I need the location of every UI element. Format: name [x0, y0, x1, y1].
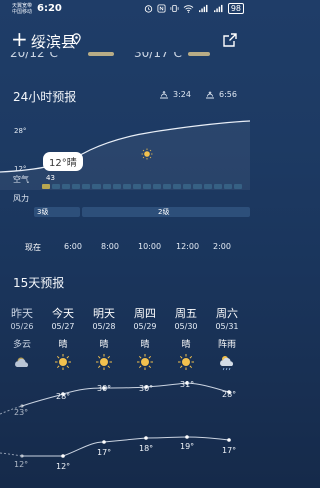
day-column[interactable]: 周五 05/30 晴 [166, 305, 206, 375]
peek-bar-right [188, 52, 210, 56]
hourly-temp-curve [0, 120, 250, 190]
app-header: + 绥滨县 [0, 28, 250, 54]
alarm-icon [144, 5, 153, 13]
carrier-info: 天翼宽带 中国移动 [12, 3, 32, 15]
time-label: 现在 [25, 243, 41, 252]
day-date: 05/26 [10, 322, 34, 331]
day-name: 周六 [216, 307, 238, 320]
sunny-icon [178, 354, 194, 370]
shower-icon [220, 356, 234, 371]
wind-level-2: 2级 [82, 207, 250, 217]
cloudy-icon [15, 357, 29, 367]
day-column[interactable]: 周四 05/29 晴 [125, 305, 165, 375]
peek-right-temp: 30/17℃ [134, 52, 183, 60]
nfc-icon [157, 4, 166, 13]
scrolled-summary: 20/12℃ 30/17℃ [0, 52, 250, 62]
daily-temp-labels: 23° 28° 30° 30° 31° 28° 12° 12° 17° 18° … [0, 380, 250, 480]
status-bar: 天翼宽带 中国移动 6:20 98 [0, 0, 250, 22]
sunny-icon [96, 354, 112, 370]
day-high: 23° [14, 408, 29, 417]
day-column[interactable]: 今天 05/27 晴 [43, 305, 83, 375]
wind-level-1: 3级 [34, 207, 80, 217]
current-temp-tag: 12°晴 [43, 152, 83, 171]
day-date: 05/27 [51, 322, 75, 331]
sunset-icon [206, 90, 214, 98]
peek-bar-left [88, 52, 114, 56]
day-low: 12° [14, 460, 29, 469]
time-label: 8:00 [101, 242, 119, 251]
status-time: 6:20 [37, 3, 62, 14]
day-low: 18° [139, 444, 154, 453]
day-low: 12° [56, 462, 71, 471]
sunset-time: 6:56 [219, 90, 237, 99]
sun-icon-hourly [141, 148, 153, 160]
sunny-icon [137, 354, 153, 370]
day-name: 昨天 [11, 307, 33, 320]
air-quality-bars [42, 184, 242, 189]
city-name[interactable]: 绥滨县 [31, 31, 76, 52]
time-label: 12:00 [176, 242, 200, 251]
day-condition: 晴 [58, 340, 68, 350]
day-name: 明天 [93, 307, 115, 320]
daily-title: 15天预报 [13, 276, 65, 290]
day-condition: 多云 [12, 340, 31, 350]
day-name: 周四 [134, 307, 156, 320]
signal-icon-2 [213, 4, 223, 13]
day-column[interactable]: 明天 05/28 晴 [84, 305, 124, 375]
day-low: 17° [97, 448, 112, 457]
sunrise-time: 3:24 [173, 90, 191, 99]
day-high: 30° [97, 384, 112, 393]
day-name: 今天 [52, 307, 74, 320]
sunrise: 3:24 [158, 90, 191, 99]
peek-left-temp: 20/12℃ [10, 52, 59, 60]
day-date: 05/31 [215, 322, 239, 331]
day-high: 31° [180, 380, 195, 389]
day-condition: 阵雨 [217, 340, 236, 350]
share-icon[interactable] [223, 33, 237, 47]
wifi-icon [183, 5, 194, 13]
time-label: 10:00 [138, 242, 162, 251]
day-column[interactable]: 周六 05/31 阵雨 [207, 305, 247, 375]
day-low: 17° [222, 446, 237, 455]
battery-indicator: 98 [227, 3, 244, 14]
day-condition: 晴 [181, 340, 191, 350]
signal-icon [198, 4, 208, 13]
time-label: 6:00 [64, 242, 82, 251]
air-quality-value: 43 [46, 174, 55, 182]
day-high: 30° [139, 384, 154, 393]
day-condition: 晴 [140, 340, 150, 350]
sunset: 6:56 [204, 90, 237, 99]
vibrate-icon [170, 4, 179, 13]
day-date: 05/28 [92, 322, 116, 331]
hourly-title: 24小时预报 [13, 90, 77, 104]
status-icons: 98 [144, 3, 244, 14]
day-condition: 晴 [99, 340, 109, 350]
sunrise-icon [160, 90, 168, 98]
air-label: 空气 [13, 175, 29, 184]
day-column[interactable]: 昨天 05/26 多云 [2, 305, 42, 375]
wind-label: 风力 [13, 194, 29, 203]
day-high: 28° [222, 390, 237, 399]
add-city-button[interactable]: + [11, 28, 28, 50]
day-high: 28° [56, 392, 71, 401]
time-label: 2:00 [213, 242, 231, 251]
sunny-icon [55, 354, 71, 370]
day-date: 05/29 [133, 322, 157, 331]
day-date: 05/30 [174, 322, 198, 331]
location-pin-icon [72, 33, 81, 45]
day-low: 19° [180, 442, 195, 451]
wind-bars: 3级 2级 [34, 207, 250, 217]
day-name: 周五 [175, 307, 197, 320]
carrier-name-2: 中国移动 [12, 9, 33, 15]
